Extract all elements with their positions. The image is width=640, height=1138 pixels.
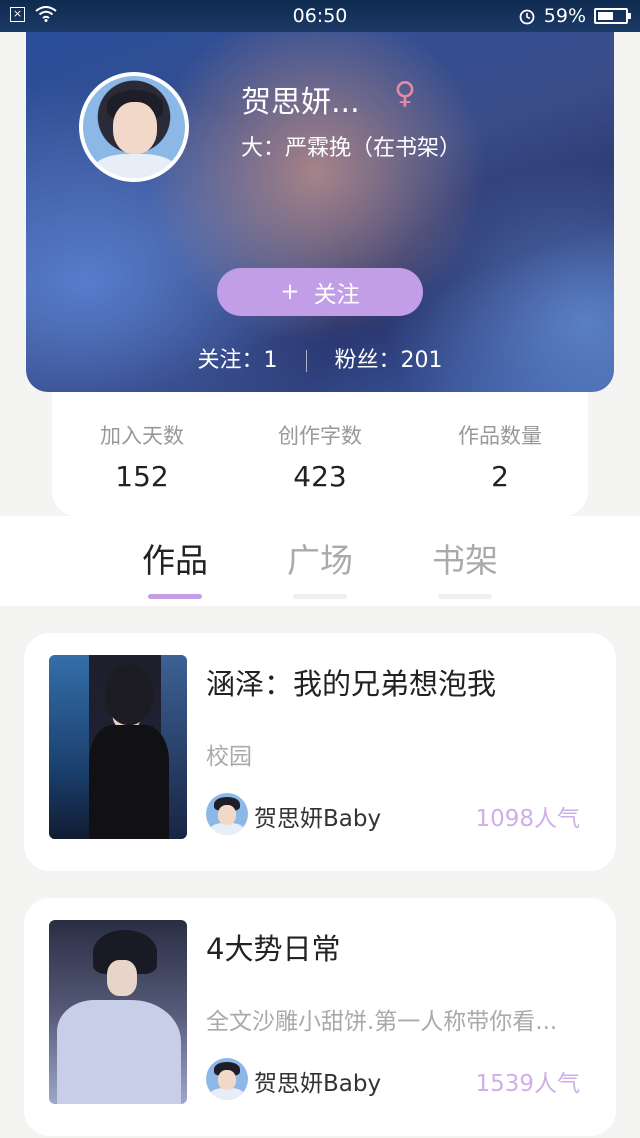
stat-value: 2 (491, 460, 509, 493)
author-name[interactable]: 贺思妍Baby (254, 799, 381, 833)
work-description: 校园 (206, 744, 252, 770)
battery-icon (594, 8, 631, 24)
popularity-count: 1098人气 (475, 806, 580, 832)
follow-stats: 关注：1 粉丝：201 (26, 342, 614, 374)
stat-join-days: 加入天数 152 (52, 420, 232, 493)
tab-label: 广场 (287, 541, 353, 580)
popularity-count: 1539人气 (475, 1071, 580, 1097)
tab-bar: 作品 广场 书架 (0, 516, 640, 606)
author-avatar[interactable] (206, 793, 248, 835)
tab-indicator (438, 594, 492, 599)
tab-plaza[interactable]: 广场 (260, 534, 380, 599)
stat-value: 152 (115, 460, 169, 493)
stat-label: 作品数量 (458, 424, 542, 448)
profile-name: 贺思妍... (241, 85, 360, 120)
profile-header: 贺思妍... ♀ 大：严霖挽（在书架） + 关注 关注：1 粉丝：201 (26, 32, 614, 392)
female-gender-icon: ♀ (394, 76, 416, 111)
stat-word-count: 创作字数 423 (230, 420, 410, 493)
plus-icon: + (280, 279, 300, 305)
work-cover-image[interactable] (49, 655, 187, 839)
tab-label: 书架 (432, 541, 498, 580)
stat-label: 创作字数 (278, 424, 362, 448)
stat-work-count: 作品数量 2 (410, 420, 590, 493)
tab-indicator (293, 594, 347, 599)
profile-avatar[interactable] (79, 72, 189, 182)
work-description: 全文沙雕小甜饼.第一人称带你看... (206, 1009, 558, 1035)
following-label: 关注： (197, 348, 264, 373)
work-title[interactable]: 涵泽：我的兄弟想泡我 (206, 661, 496, 703)
battery-fill (598, 12, 613, 20)
following-stat[interactable]: 关注：1 (197, 348, 277, 373)
author-name[interactable]: 贺思妍Baby (254, 1064, 381, 1098)
tab-label: 作品 (142, 541, 208, 580)
fans-count: 201 (400, 348, 443, 373)
stats-card: 加入天数 152 创作字数 423 作品数量 2 (52, 392, 588, 516)
tab-indicator (148, 594, 202, 599)
follow-button[interactable]: + 关注 (217, 268, 423, 316)
fans-stat[interactable]: 粉丝：201 (335, 348, 443, 373)
fans-label: 粉丝： (334, 348, 401, 373)
work-card[interactable]: 4大势日常 全文沙雕小甜饼.第一人称带你看... 贺思妍Baby 1539人气 (24, 898, 616, 1136)
battery-percent: 59% (543, 5, 586, 27)
work-title[interactable]: 4大势日常 (206, 926, 340, 968)
alarm-icon (519, 9, 535, 25)
stat-label: 加入天数 (100, 424, 184, 448)
following-count: 1 (263, 348, 278, 373)
divider (305, 350, 307, 372)
tab-works[interactable]: 作品 (115, 534, 235, 599)
work-card[interactable]: 涵泽：我的兄弟想泡我 校园 贺思妍Baby 1098人气 (24, 633, 616, 871)
status-bar: × 06:50 59% (0, 0, 640, 32)
author-avatar[interactable] (206, 1058, 248, 1100)
follow-button-label: 关注 (313, 282, 360, 308)
tab-bookshelf[interactable]: 书架 (405, 534, 525, 599)
profile-subtitle: 大：严霖挽（在书架） (241, 136, 462, 161)
stat-value: 423 (293, 460, 347, 493)
work-cover-image[interactable] (49, 920, 187, 1104)
